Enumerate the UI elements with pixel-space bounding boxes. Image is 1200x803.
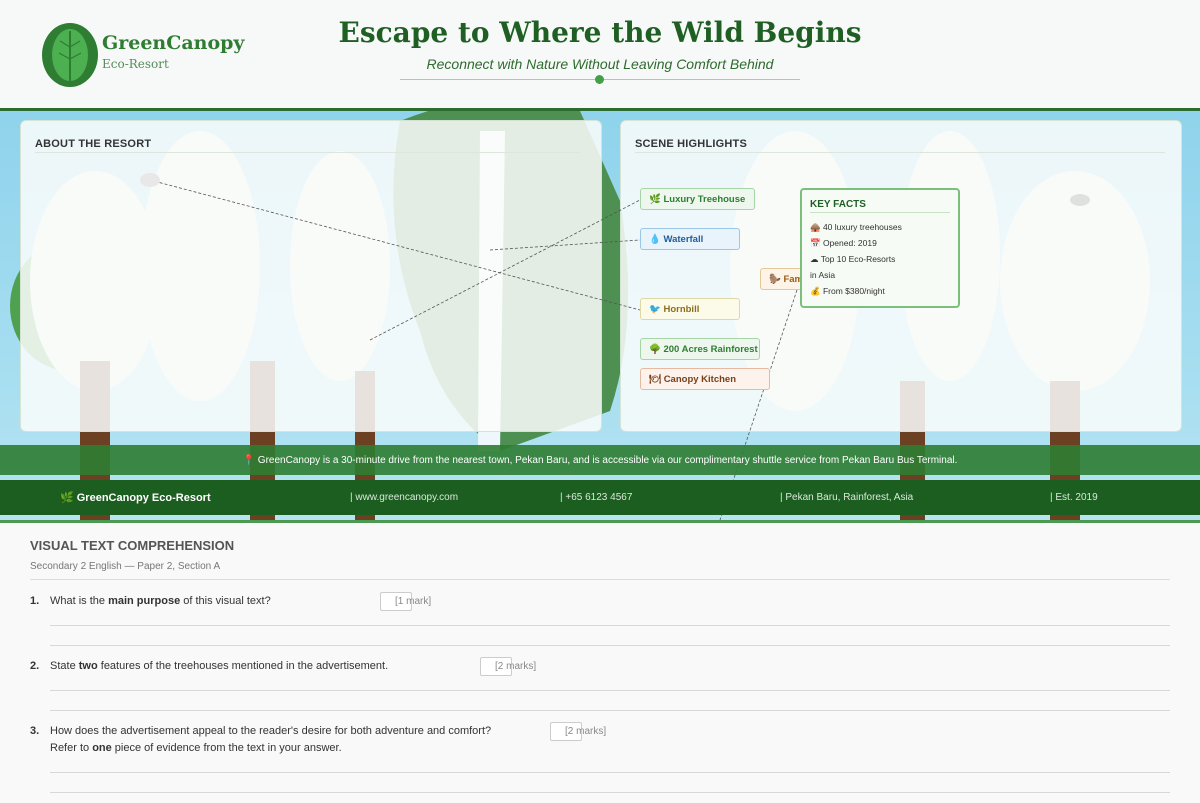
footer-brand: 🌿 GreenCanopy Eco-Resort <box>60 492 211 504</box>
footer-location: | Pekan Baru, Rainforest, Asia <box>780 492 914 503</box>
question-text: How does the advertisement appeal to the… <box>50 725 492 737</box>
tag-luxury-treehouse: 🌿 Luxury Treehouse <box>640 188 755 210</box>
answer-line[interactable] <box>50 710 1170 711</box>
answer-line[interactable] <box>50 792 1170 793</box>
answer-line[interactable] <box>50 772 1170 773</box>
fact-item: in Asia <box>810 270 836 280</box>
tag-waterfall: 💧 Waterfall <box>640 228 740 250</box>
question-text: State two features of the treehouses men… <box>50 660 389 672</box>
fact-item: 🛖 40 luxury treehouses <box>810 222 902 232</box>
key-facts-divider <box>810 212 950 213</box>
questions-subheading: Secondary 2 English — Paper 2, Section A <box>30 561 221 572</box>
footer-established: | Est. 2019 <box>1050 492 1098 503</box>
tag-family: 🦫 Fam <box>760 268 805 290</box>
location-notice: 📍 GreenCanopy is a 30-minute drive from … <box>0 445 1200 475</box>
questions-heading: VISUAL TEXT COMPREHENSION <box>30 538 235 553</box>
fact-item: ☁ Top 10 Eco-Resorts <box>810 254 896 264</box>
hornbill-icon <box>140 173 160 187</box>
question-text: What is the main purpose of this visual … <box>50 595 271 607</box>
tag-rainforest: 🌳 200 Acres Rainforest <box>640 338 760 360</box>
answer-line[interactable] <box>50 645 1170 646</box>
footer-phone: | +65 6123 4567 <box>560 492 633 503</box>
question-text-line2: Refer to one piece of evidence from the … <box>50 742 342 754</box>
answer-line[interactable] <box>50 690 1170 691</box>
tag-hornbill: 🐦 Hornbill <box>640 298 740 320</box>
section-divider <box>30 579 1170 580</box>
answer-line[interactable] <box>50 625 1170 626</box>
connector-lines <box>140 173 1090 520</box>
key-facts-title: KEY FACTS <box>810 199 866 210</box>
bird-icon <box>1070 194 1090 206</box>
question-number: 3. <box>30 725 40 737</box>
question-number: 2. <box>30 660 40 672</box>
footer-website-link[interactable]: | www.greencanopy.com <box>350 492 458 503</box>
marks-label: [2 marks] <box>565 726 607 737</box>
fact-item: 💰 From $380/night <box>810 286 885 296</box>
fact-item: 📅 Opened: 2019 <box>810 238 877 248</box>
footer-bar: 🌿 GreenCanopy Eco-Resort | www.greencano… <box>0 480 1200 515</box>
question-number: 1. <box>30 595 40 607</box>
marks-label: [1 mark] <box>395 596 432 607</box>
marks-label: [2 marks] <box>495 661 537 672</box>
tag-canopy-kitchen: 🍽 Canopy Kitchen <box>640 368 770 390</box>
